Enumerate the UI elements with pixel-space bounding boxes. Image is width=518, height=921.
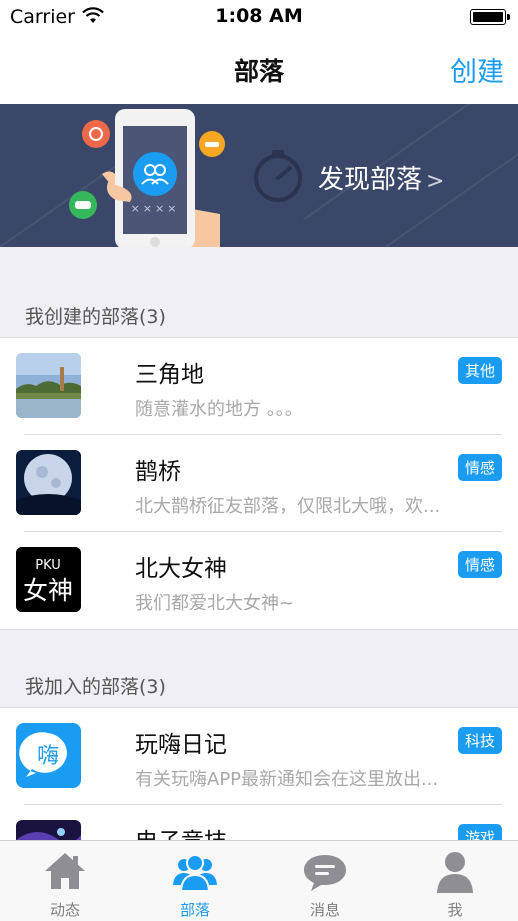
group-icon xyxy=(173,854,217,892)
tribe-thumbnail: PKU 女神 xyxy=(16,547,81,612)
nav-bar: 部落 创建 xyxy=(0,34,518,104)
tab-feed[interactable]: 动态 xyxy=(0,841,130,921)
joined-section-header: 我加入的部落(3) xyxy=(0,662,518,706)
clock: 1:08 AM xyxy=(215,5,303,27)
tribe-name: 鹊桥 xyxy=(135,459,181,485)
tribe-description: 我们都爱北大女神~ xyxy=(135,593,295,614)
tab-messages[interactable]: 消息 xyxy=(260,841,390,921)
discover-banner[interactable]: ×××× 发现部落 > xyxy=(0,104,518,247)
created-section-header: 我创建的部落(3) xyxy=(0,292,518,336)
created-section-title: 我创建的部落(3) xyxy=(25,306,166,328)
create-button[interactable]: 创建 xyxy=(450,50,504,89)
chat-icon xyxy=(304,855,346,891)
tab-bar: 动态 部落 消息 我 xyxy=(0,840,518,921)
category-badge: 其他 xyxy=(457,357,502,384)
category-badge: 科技 xyxy=(457,727,502,754)
tab-label: 部落 xyxy=(179,901,210,919)
list-item[interactable]: 三角地 随意灌水的地方 。。。 其他 xyxy=(0,338,518,435)
category-badge: 情感 xyxy=(457,454,502,481)
tribe-description: 随意灌水的地方 。。。 xyxy=(135,399,303,420)
tribe-name: 三角地 xyxy=(135,362,204,388)
tribe-name: 玩嗨日记 xyxy=(135,732,227,758)
list-item[interactable]: PKU 女神 北大女神 我们都爱北大女神~ 情感 xyxy=(0,532,518,629)
person-icon xyxy=(437,852,473,893)
tribe-thumbnail xyxy=(16,450,81,515)
svg-text:嗨: 嗨 xyxy=(37,744,59,769)
tab-label: 我 xyxy=(447,901,463,919)
discover-label: 发现部落 xyxy=(318,165,423,195)
created-tribe-list: 三角地 随意灌水的地方 。。。 其他 鹊桥 北大鹊桥征友部落，仅限北大哦，欢..… xyxy=(0,337,518,630)
tab-tribes[interactable]: 部落 xyxy=(130,841,260,921)
list-item[interactable]: 鹊桥 北大鹊桥征友部落，仅限北大哦，欢... 情感 xyxy=(0,435,518,532)
category-badge: 情感 xyxy=(457,551,502,578)
tab-label: 消息 xyxy=(309,901,340,919)
battery-icon xyxy=(470,9,510,25)
tribe-name: 北大女神 xyxy=(135,556,227,582)
tab-label: 动态 xyxy=(49,901,80,919)
joined-section-title: 我加入的部落(3) xyxy=(25,676,166,698)
discover-tribes-link[interactable]: 发现部落 > xyxy=(318,159,444,196)
compass-icon xyxy=(254,150,302,202)
svg-text:女神: 女神 xyxy=(23,576,73,605)
tribe-description: 北大鹊桥征友部落，仅限北大哦，欢... xyxy=(135,496,441,517)
tribe-thumbnail xyxy=(16,353,81,418)
chevron-right-icon: > xyxy=(426,169,445,194)
tribe-thumbnail: 嗨 xyxy=(16,723,81,788)
tab-me[interactable]: 我 xyxy=(390,841,518,921)
status-bar: Carrier 1:08 AM xyxy=(0,0,518,34)
page-title: 部落 xyxy=(233,57,284,86)
svg-text:PKU: PKU xyxy=(35,558,61,573)
phone-code-text: ×××× xyxy=(131,202,180,215)
list-item[interactable]: 嗨 玩嗨日记 有关玩嗨APP最新通知会在这里放出... 科技 xyxy=(0,708,518,805)
home-icon xyxy=(45,853,85,889)
tribe-description: 有关玩嗨APP最新通知会在这里放出... xyxy=(135,769,439,790)
